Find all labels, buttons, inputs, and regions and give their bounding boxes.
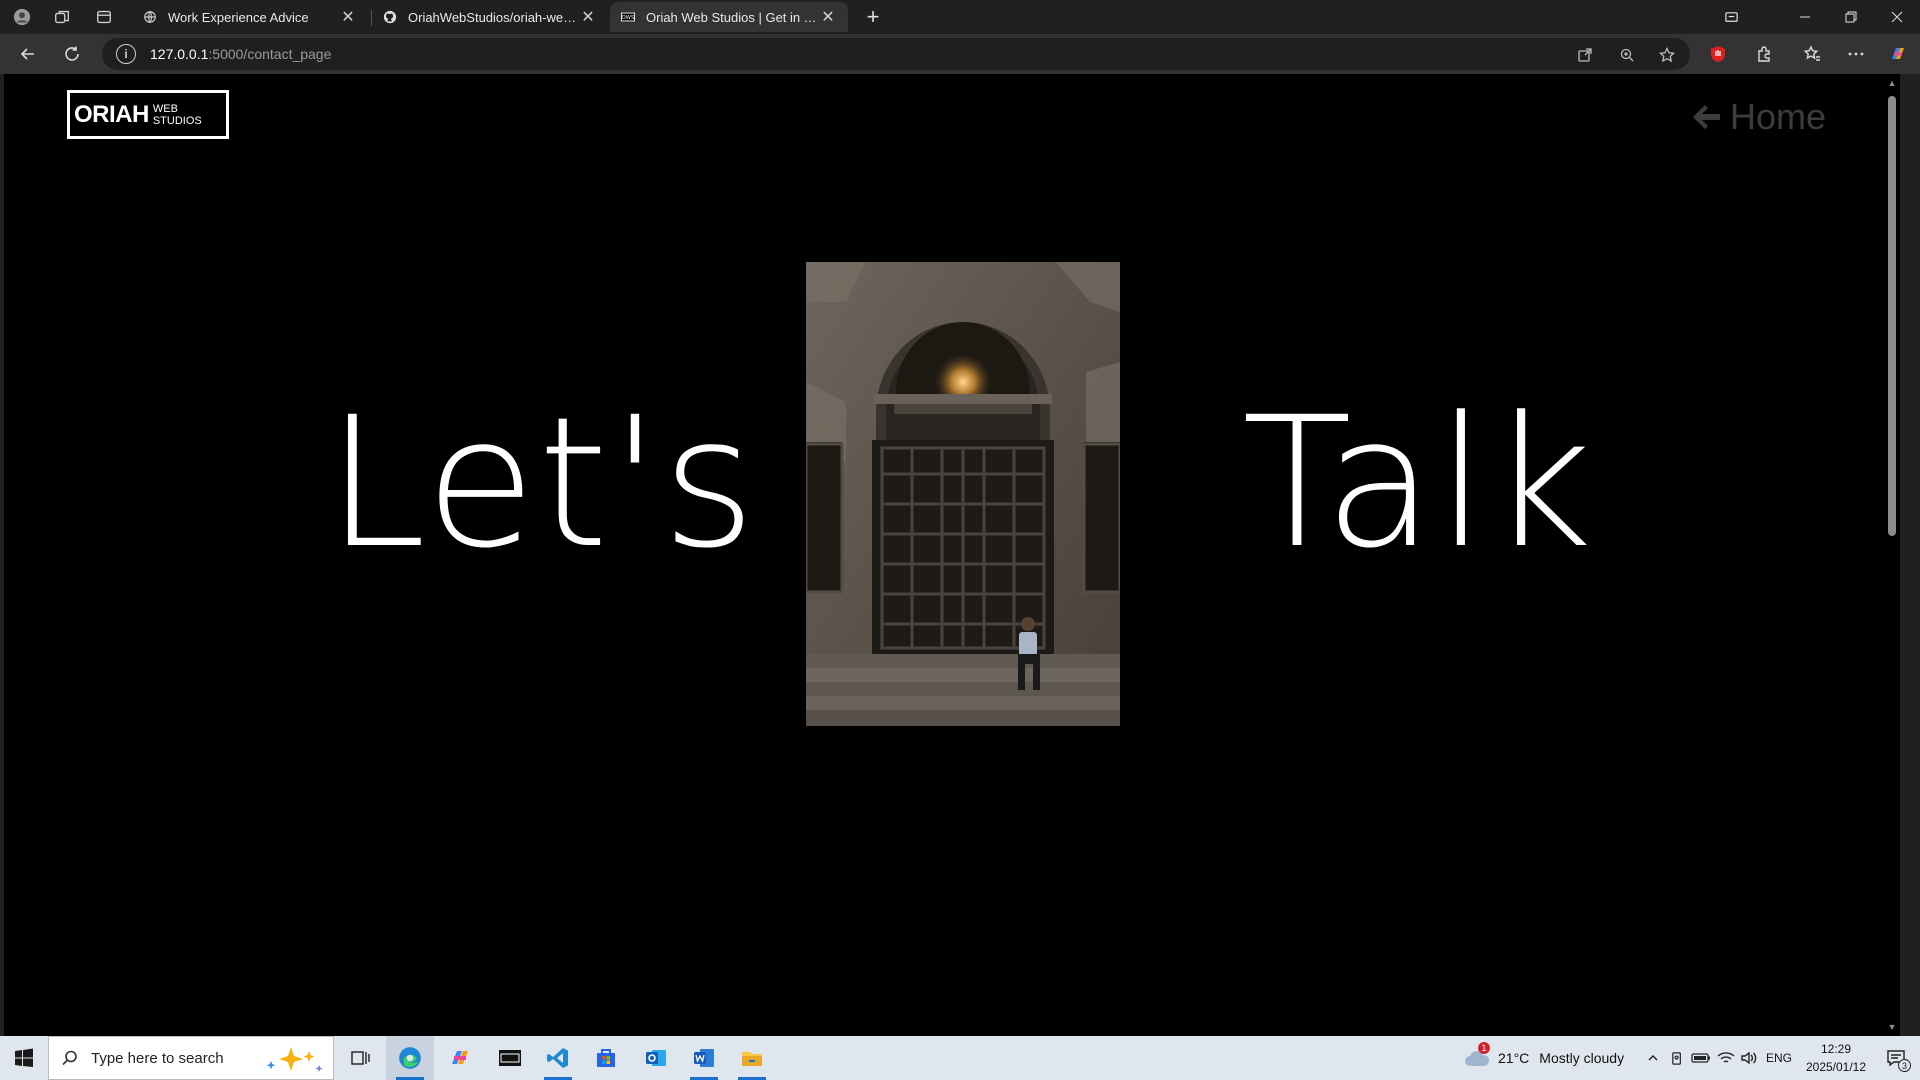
page-viewport: ORIAH WEB STUDIOS Home Let's Talk ▲ ▼ xyxy=(4,74,1900,1036)
windows-logo-icon xyxy=(15,1048,33,1067)
tab-title: OriahWebStudios/oriah-web-stud xyxy=(408,9,578,25)
logo-main-text: ORIAH xyxy=(74,100,149,128)
favorites-icon[interactable] xyxy=(1800,42,1824,66)
outlook-taskbar-icon[interactable] xyxy=(632,1036,680,1080)
scrollbar-thumb[interactable] xyxy=(1888,96,1896,536)
edge-taskbar-icon[interactable] xyxy=(386,1036,434,1080)
minimize-button[interactable] xyxy=(1782,0,1828,34)
hero-photo xyxy=(806,262,1120,726)
browser-toolbar: i 127.0.0.1:5000/contact_page xyxy=(0,34,1920,74)
logo-sub-text: WEB STUDIOS xyxy=(152,102,202,127)
wifi-icon[interactable] xyxy=(1716,1036,1736,1080)
clock-date: 2025/01/12 xyxy=(1805,1060,1867,1074)
taskbar-search-box[interactable]: Type here to search xyxy=(48,1036,334,1080)
tab-search-icon[interactable] xyxy=(1708,0,1754,34)
input-language[interactable]: ENG xyxy=(1766,1036,1792,1080)
vertical-scrollbar[interactable]: ▲ ▼ xyxy=(1884,74,1900,1036)
volume-icon[interactable] xyxy=(1738,1036,1760,1080)
more-menu-icon[interactable] xyxy=(1844,42,1868,66)
scroll-down-arrow-icon[interactable]: ▼ xyxy=(1887,1022,1897,1032)
copilot-taskbar-icon[interactable] xyxy=(436,1036,484,1080)
windows-taskbar: Type here to search 1 21°C Mostly cloudy… xyxy=(0,1036,1920,1080)
site-info-icon[interactable]: i xyxy=(116,44,136,64)
home-link-label: Home xyxy=(1730,96,1827,137)
weather-alert-badge: 1 xyxy=(1478,1042,1490,1054)
open-in-app-icon[interactable] xyxy=(1574,44,1596,66)
site-logo[interactable]: ORIAH WEB STUDIOS xyxy=(67,90,229,139)
task-view-icon[interactable] xyxy=(336,1036,384,1080)
meet-now-icon[interactable] xyxy=(1668,1036,1686,1080)
new-tab-button[interactable]: + xyxy=(858,2,888,32)
close-tab-icon[interactable]: ✕ xyxy=(818,7,838,27)
weather-temperature: 21°C xyxy=(1498,1050,1530,1066)
search-highlight-sparkle-icon xyxy=(266,1047,323,1072)
workspaces-icon[interactable] xyxy=(42,0,82,34)
close-tab-icon[interactable]: ✕ xyxy=(578,7,598,27)
tab-work-experience[interactable]: Work Experience Advice ✕ xyxy=(132,2,368,32)
system-clock[interactable]: 12:29 2025/01/12 xyxy=(1800,1040,1872,1076)
tab-oriah-contact[interactable]: OWS Oriah Web Studios | Get in Touch ✕ xyxy=(610,2,848,32)
battery-icon[interactable] xyxy=(1690,1036,1712,1080)
favorite-star-icon[interactable] xyxy=(1656,44,1678,66)
address-bar[interactable]: i 127.0.0.1:5000/contact_page xyxy=(102,38,1690,70)
tab-title: Oriah Web Studios | Get in Touch xyxy=(646,9,818,25)
word-taskbar-icon[interactable] xyxy=(680,1036,728,1080)
clock-time: 12:29 xyxy=(1820,1042,1852,1056)
arrow-left-icon xyxy=(1693,105,1720,129)
vscode-taskbar-icon[interactable] xyxy=(534,1036,582,1080)
tab-title: Work Experience Advice xyxy=(168,9,309,25)
hero-heading-right: Talk xyxy=(1242,379,1595,588)
extensions-icon[interactable] xyxy=(1752,42,1776,66)
back-button[interactable] xyxy=(12,38,44,70)
file-explorer-taskbar-icon[interactable] xyxy=(728,1036,776,1080)
zoom-icon[interactable] xyxy=(1616,44,1638,66)
notifications-icon[interactable]: 3 xyxy=(1880,1036,1912,1080)
url-text[interactable]: 127.0.0.1:5000/contact_page xyxy=(150,46,331,62)
show-hidden-icons-chevron-icon[interactable] xyxy=(1644,1036,1662,1080)
weather-widget[interactable]: 1 21°C Mostly cloudy xyxy=(1464,1036,1624,1080)
oriah-app-taskbar-icon[interactable] xyxy=(486,1036,534,1080)
refresh-button[interactable] xyxy=(56,38,88,70)
cloud-weather-icon: 1 xyxy=(1464,1042,1490,1070)
close-tab-icon[interactable]: ✕ xyxy=(338,7,358,27)
scroll-up-arrow-icon[interactable]: ▲ xyxy=(1887,78,1897,88)
search-icon xyxy=(62,1050,77,1066)
weather-description: Mostly cloudy xyxy=(1539,1050,1625,1066)
oriah-favicon-icon: OWS xyxy=(620,9,636,25)
github-icon xyxy=(382,9,398,25)
favicon-text: OWS xyxy=(622,15,635,21)
search-placeholder: Type here to search xyxy=(91,1049,224,1067)
browser-tab-bar: Work Experience Advice ✕ OriahWebStudios… xyxy=(0,0,1920,34)
globe-icon xyxy=(142,9,158,25)
adblock-extension-icon[interactable] xyxy=(1706,42,1730,66)
home-link[interactable]: Home xyxy=(1690,96,1826,138)
store-taskbar-icon[interactable] xyxy=(582,1036,630,1080)
profile-icon[interactable] xyxy=(2,0,42,34)
start-button[interactable] xyxy=(0,1036,48,1080)
restore-button[interactable] xyxy=(1828,0,1874,34)
copilot-icon[interactable] xyxy=(1886,42,1910,66)
close-window-button[interactable] xyxy=(1874,0,1920,34)
tab-github[interactable]: OriahWebStudios/oriah-web-stud ✕ xyxy=(372,2,608,32)
notification-count-badge: 3 xyxy=(1898,1059,1911,1072)
hero-heading-left: Let's xyxy=(326,379,758,588)
tab-actions-icon[interactable] xyxy=(84,0,124,34)
